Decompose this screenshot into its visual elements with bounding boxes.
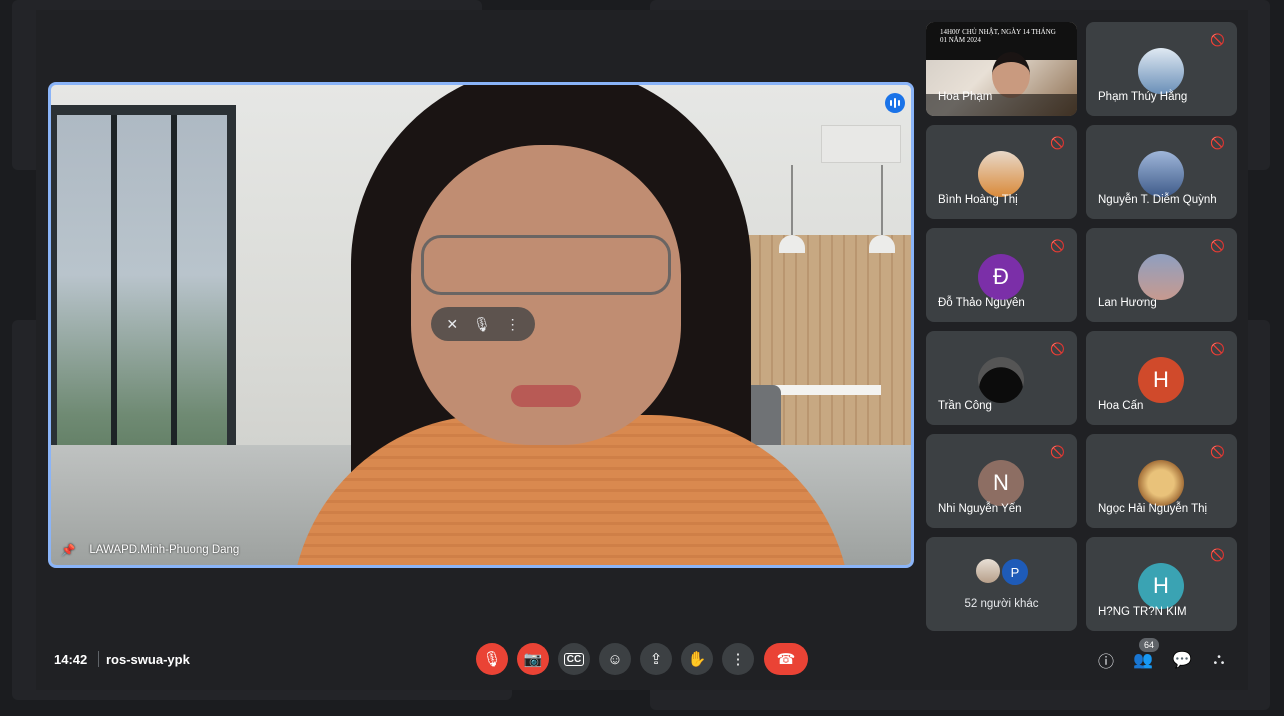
speaking-indicator-icon xyxy=(885,93,905,113)
avatar xyxy=(978,357,1024,403)
participant-tile[interactable]: 🚫 H H?NG TR?N KIM xyxy=(1086,537,1237,631)
participant-name: Đỗ Thảo Nguyên xyxy=(938,297,1025,309)
speaker-name-label: 📌 LAWAPD.Minh-Phuong Dang xyxy=(61,543,239,557)
speaker-name: LAWAPD.Minh-Phuong Dang xyxy=(89,544,240,556)
activities-icon: ⛬ xyxy=(1213,651,1225,668)
participant-name: Nguyễn T. Diễm Quỳnh xyxy=(1098,194,1217,206)
activities-button[interactable]: ⛬ xyxy=(1207,648,1231,672)
participant-tile[interactable]: 🚫 Ngọc Hải Nguyễn Thị xyxy=(1086,434,1237,528)
raise-hand-icon: ✋ xyxy=(687,651,707,668)
participant-tile[interactable]: 🚫 Bình Hoàng Thị xyxy=(926,125,1077,219)
camera-off-icon: 📷 xyxy=(523,651,543,668)
participant-name: Hoa Phạm xyxy=(938,91,993,103)
avatar xyxy=(974,557,1002,585)
mic-muted-icon: 🚫 xyxy=(1050,445,1065,459)
mic-muted-icon: 🚫 xyxy=(1210,136,1225,150)
participant-name: Phạm Thúy Hằng xyxy=(1098,91,1188,103)
mic-muted-icon: 🚫 xyxy=(1210,342,1225,356)
leave-call-icon: ☎ xyxy=(776,651,796,668)
participant-tile[interactable]: 🚫 Lan Hương xyxy=(1086,228,1237,322)
participant-tile[interactable]: 🚫 Nguyễn T. Diễm Quỳnh xyxy=(1086,125,1237,219)
others-tile[interactable]: P 52 người khác xyxy=(926,537,1077,631)
meeting-code: ros-swua-ypk xyxy=(106,652,190,667)
participant-tile[interactable]: 🚫 Trần Công xyxy=(926,331,1077,425)
participant-name: Trần Công xyxy=(938,400,992,412)
pin-icon: 📌 xyxy=(61,545,76,557)
participant-tile[interactable]: 🚫 Đ Đỗ Thảo Nguyên xyxy=(926,228,1077,322)
avatar: P xyxy=(1000,557,1030,587)
raise-hand-button[interactable]: ✋ xyxy=(681,643,713,675)
mic-icon[interactable]: 🎙 xyxy=(473,316,491,333)
tile-hover-controls: ✕ 🎙 ⋮ xyxy=(431,307,535,341)
mic-off-icon: 🎙 xyxy=(482,651,502,668)
mic-muted-icon: 🚫 xyxy=(1210,445,1225,459)
avatar: N xyxy=(978,460,1024,506)
avatar xyxy=(1138,254,1184,300)
chat-button[interactable]: 💬 xyxy=(1170,648,1194,672)
participant-name: Hoa Cấn xyxy=(1098,400,1144,412)
emoji-button[interactable]: ☺ xyxy=(599,643,631,675)
captions-icon: CC xyxy=(563,652,585,666)
present-screen-icon: ⇪ xyxy=(649,651,663,668)
participant-name: H?NG TR?N KIM xyxy=(1098,606,1187,618)
unpin-icon[interactable]: ✕ xyxy=(446,316,458,333)
mic-muted-icon: 🚫 xyxy=(1210,548,1225,562)
people-icon: 👥 xyxy=(1133,652,1153,669)
mic-muted-icon: 🚫 xyxy=(1210,239,1225,253)
chat-icon: 💬 xyxy=(1172,652,1192,669)
avatar: Đ xyxy=(978,254,1024,300)
main-speaker-tile[interactable]: ✕ 🎙 ⋮ 📌 LAWAPD.Minh-Phuong Dang xyxy=(48,82,914,568)
more-options-icon[interactable]: ⋮ xyxy=(506,316,520,333)
captions-button[interactable]: CC xyxy=(558,643,590,675)
others-avatars: P xyxy=(974,557,1032,587)
avatar xyxy=(1138,48,1184,94)
participant-tile[interactable]: 🚫 N Nhi Nguyễn Yến xyxy=(926,434,1077,528)
emoji-icon: ☺ xyxy=(607,650,623,668)
avatar xyxy=(978,151,1024,197)
leave-call-button[interactable]: ☎ xyxy=(764,643,808,675)
camera-off-button[interactable]: 📷 xyxy=(517,643,549,675)
meeting-time: 14:42 xyxy=(54,652,88,667)
participant-name: Ngọc Hải Nguyễn Thị xyxy=(1098,503,1208,515)
participant-name: Lan Hương xyxy=(1098,297,1157,309)
participant-tile[interactable]: 🚫 H Hoa Cấn xyxy=(1086,331,1237,425)
present-button[interactable]: ⇪ xyxy=(640,643,672,675)
more-options-button[interactable]: ⋮ xyxy=(722,643,754,675)
bottom-bar: 14:42 ros-swua-ypk 🎙 📷 CC ☺ ⇪ ✋ ⋮ ☎ ⓘ 64… xyxy=(36,638,1248,682)
participant-name: Bình Hoàng Thị xyxy=(938,194,1018,206)
divider xyxy=(98,651,99,667)
info-button[interactable]: ⓘ xyxy=(1094,648,1118,672)
others-count: 52 người khác xyxy=(964,598,1039,610)
people-count-badge: 64 xyxy=(1139,638,1160,652)
avatar xyxy=(1138,460,1184,506)
mic-muted-icon: 🚫 xyxy=(1210,33,1225,47)
avatar: H xyxy=(1138,357,1184,403)
info-icon: ⓘ xyxy=(1097,654,1114,671)
avatar: H xyxy=(1138,563,1184,609)
participant-tile[interactable]: 🚫 Phạm Thúy Hằng xyxy=(1086,22,1237,116)
participant-tile[interactable]: 14H00' CHỦ NHẬT, NGÀY 14 THÁNG 01 NĂM 20… xyxy=(926,22,1077,116)
more-options-icon: ⋮ xyxy=(730,651,746,668)
participant-name: Nhi Nguyễn Yến xyxy=(938,503,1022,515)
avatar xyxy=(1138,151,1184,197)
mic-off-button[interactable]: 🎙 xyxy=(476,643,508,675)
mic-muted-icon: 🚫 xyxy=(1050,342,1065,356)
people-button[interactable]: 64 👥 xyxy=(1131,638,1160,672)
mic-muted-icon: 🚫 xyxy=(1050,136,1065,150)
meet-window: ✕ 🎙 ⋮ 📌 LAWAPD.Minh-Phuong Dang 14H00' C… xyxy=(36,10,1248,690)
mic-muted-icon: 🚫 xyxy=(1050,239,1065,253)
